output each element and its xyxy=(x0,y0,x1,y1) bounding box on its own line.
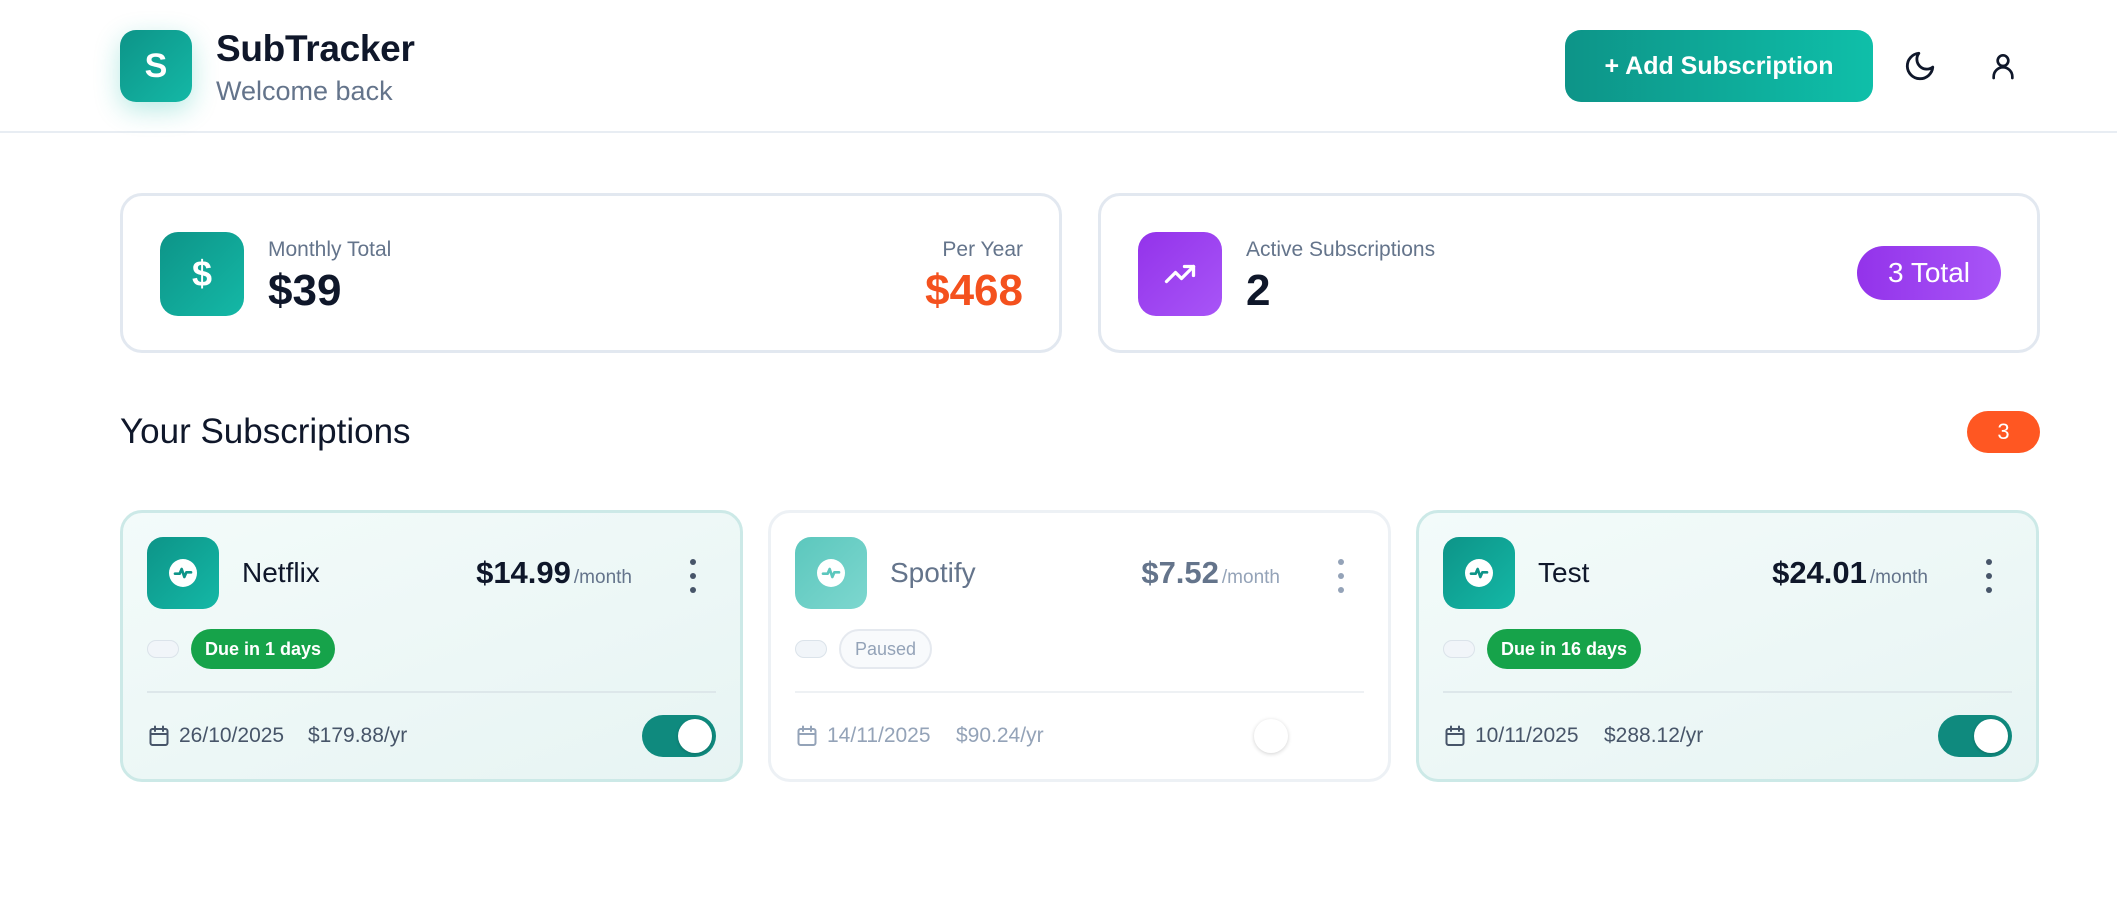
dollar-icon: $ xyxy=(160,232,244,316)
trending-up-icon xyxy=(1138,232,1222,316)
monthly-total-card: $ Monthly Total $39 Per Year $468 xyxy=(120,193,1062,353)
add-subscription-button[interactable]: + Add Subscription xyxy=(1565,30,1873,102)
active-toggle[interactable] xyxy=(1254,715,1328,757)
next-billing-date: 14/11/2025 xyxy=(827,724,931,747)
status-badge: Due in 16 days xyxy=(1487,629,1642,669)
app-title: SubTracker xyxy=(216,28,415,69)
active-subscriptions-value: 2 xyxy=(1246,266,1271,315)
price-period: /month xyxy=(573,567,632,588)
price-period: /month xyxy=(1221,567,1280,588)
user-icon[interactable] xyxy=(1981,44,2025,88)
app-logo: S xyxy=(120,30,192,102)
more-options-icon[interactable] xyxy=(1334,559,1348,593)
active-toggle[interactable] xyxy=(642,715,716,757)
price-period: /month xyxy=(1869,567,1928,588)
calendar-icon xyxy=(147,724,171,748)
activity-icon xyxy=(1443,537,1515,609)
yearly-cost: $179.88/yr xyxy=(308,724,408,747)
divider xyxy=(147,691,716,693)
next-billing-date: 26/10/2025 xyxy=(179,724,285,747)
status-badge: Due in 1 days xyxy=(191,629,336,669)
divider xyxy=(795,691,1364,693)
subscription-card-spotify[interactable]: Spotify $7.52 /month Paused 14/11/2025 $… xyxy=(768,510,1391,782)
subscription-card-test[interactable]: Test $24.01 /month Due in 16 days 10/11/… xyxy=(1416,510,2039,782)
monthly-total-value: $39 xyxy=(268,266,342,315)
next-billing-date: 10/11/2025 xyxy=(1475,724,1579,747)
welcome-text: Welcome back xyxy=(216,76,393,106)
app-header: S SubTracker Welcome back + Add Subscrip… xyxy=(0,0,2117,133)
activity-icon xyxy=(147,537,219,609)
yearly-cost: $288.12/yr xyxy=(1604,724,1704,747)
subscription-price: $24.01 /month xyxy=(1772,555,1928,591)
subscription-card-netflix[interactable]: Netflix $14.99 /month Due in 1 days 26/1… xyxy=(120,510,743,782)
more-options-icon[interactable] xyxy=(1982,559,1996,593)
calendar-icon xyxy=(1443,724,1467,748)
per-year-value: $468 xyxy=(925,266,1023,315)
subscription-name: Spotify xyxy=(890,557,976,588)
section-title: Your Subscriptions xyxy=(120,412,411,451)
subscription-count-badge: 3 xyxy=(1967,411,2040,453)
subscription-name: Netflix xyxy=(242,557,320,588)
status-badge: Paused xyxy=(839,629,933,669)
mini-toggle[interactable] xyxy=(1443,640,1475,658)
subscription-name: Test xyxy=(1538,557,1590,588)
monthly-total-label: Monthly Total xyxy=(268,238,392,261)
subscription-price: $14.99 /month xyxy=(476,555,632,591)
price-amount: $24.01 xyxy=(1772,555,1867,590)
per-year-label: Per Year xyxy=(942,238,1023,261)
active-subscriptions-card: Active Subscriptions 2 3 Total xyxy=(1098,193,2040,353)
active-toggle[interactable] xyxy=(1938,715,2012,757)
subscription-price: $7.52 /month xyxy=(1141,555,1280,591)
moon-icon[interactable] xyxy=(1898,44,1942,88)
price-amount: $14.99 xyxy=(476,555,571,590)
price-amount: $7.52 xyxy=(1141,555,1219,590)
yearly-cost: $90.24/yr xyxy=(956,724,1044,747)
total-badge: 3 Total xyxy=(1857,246,2001,300)
mini-toggle[interactable] xyxy=(147,640,179,658)
divider xyxy=(1443,691,2012,693)
logo-letter: S xyxy=(144,46,168,85)
activity-icon xyxy=(795,537,867,609)
more-options-icon[interactable] xyxy=(686,559,700,593)
mini-toggle[interactable] xyxy=(795,640,827,658)
active-subscriptions-label: Active Subscriptions xyxy=(1246,238,1436,261)
calendar-icon xyxy=(795,724,819,748)
